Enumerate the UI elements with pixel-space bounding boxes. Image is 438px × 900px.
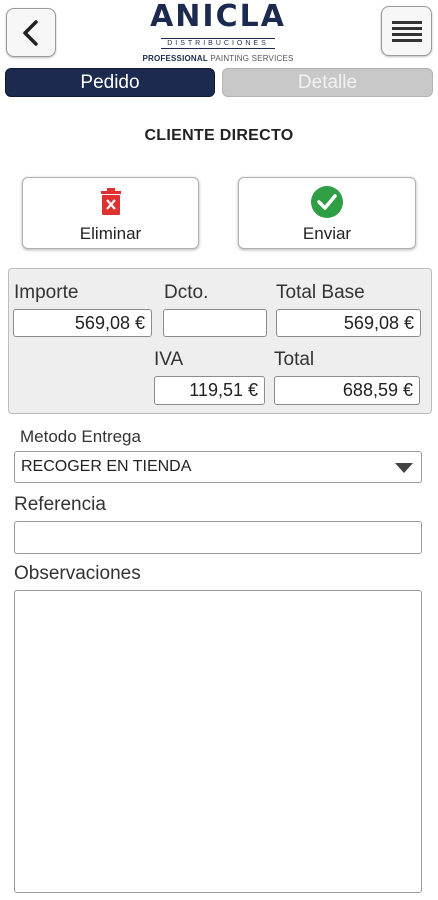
dcto-field[interactable] <box>163 309 267 337</box>
iva-label: IVA <box>154 349 184 370</box>
logo-wordmark: ANICLA <box>150 0 286 34</box>
observaciones-textarea[interactable] <box>14 590 422 893</box>
hamburger-menu-icon <box>391 21 422 42</box>
delete-button-label: Eliminar <box>79 224 142 243</box>
client-title: CLIENTE DIRECTO <box>144 127 294 144</box>
logo-subtitle: DISTRIBUCIONES <box>161 38 275 49</box>
importe-label: Importe <box>14 282 79 303</box>
importe-field: 569,08 € <box>13 309 152 337</box>
metodo-entrega-select[interactable]: RECOGER EN TIENDA <box>14 451 422 483</box>
iva-field: 119,51 € <box>154 376 265 405</box>
send-button[interactable]: Enviar <box>238 177 416 249</box>
brand-logo: ANICLA DISTRIBUCIONES PROFESSIONAL PAINT… <box>128 0 308 64</box>
dcto-label: Dcto. <box>164 282 209 303</box>
menu-button[interactable] <box>381 6 432 56</box>
metodo-entrega-label: Metodo Entrega <box>20 427 141 446</box>
observaciones-label: Observaciones <box>14 563 141 584</box>
delete-button[interactable]: Eliminar <box>22 177 199 249</box>
referencia-label: Referencia <box>14 494 106 515</box>
check-circle-icon <box>311 186 343 218</box>
total-base-label: Total Base <box>276 282 365 303</box>
dropdown-arrow-icon <box>395 463 413 473</box>
send-button-label: Enviar <box>302 224 352 243</box>
total-base-field: 569,08 € <box>276 309 421 337</box>
back-button[interactable] <box>6 8 56 57</box>
total-label: Total <box>274 349 315 370</box>
metodo-entrega-value: RECOGER EN TIENDA <box>21 458 192 475</box>
total-field: 688,59 € <box>274 376 420 405</box>
tab-pedido[interactable]: Pedido <box>5 68 215 97</box>
tab-detalle[interactable]: Detalle <box>222 68 433 97</box>
logo-tagline: PROFESSIONAL PAINTING SERVICES <box>128 54 308 63</box>
chevron-left-icon <box>23 19 38 46</box>
referencia-input[interactable] <box>14 521 422 554</box>
logo-tagline-bold: PROFESSIONAL <box>142 54 208 63</box>
trash-icon <box>100 188 121 215</box>
logo-tagline-light: PAINTING SERVICES <box>210 54 294 63</box>
